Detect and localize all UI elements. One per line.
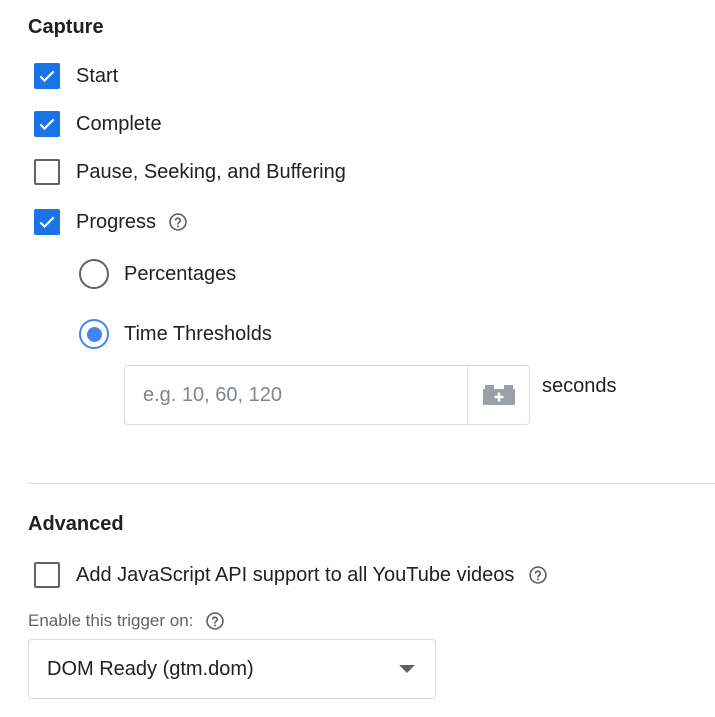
js-api-support-option[interactable]: Add JavaScript API support to all YouTub… <box>34 562 548 588</box>
enable-trigger-on-row: Enable this trigger on: <box>28 611 225 631</box>
seconds-unit-label: seconds <box>542 375 617 397</box>
help-icon[interactable] <box>205 611 225 631</box>
radio-selected-dot <box>86 326 102 342</box>
progress-label: Progress <box>76 210 157 233</box>
start-checkbox[interactable] <box>34 63 60 89</box>
thresholds-input-group <box>124 365 530 425</box>
dropdown-arrow-icon <box>399 665 415 673</box>
check-icon <box>39 70 55 83</box>
complete-option[interactable]: Complete <box>34 111 162 137</box>
complete-label: Complete <box>76 112 162 135</box>
time-thresholds-option[interactable]: Time Thresholds <box>79 319 272 349</box>
check-icon <box>39 118 55 131</box>
section-divider <box>28 483 715 484</box>
js-api-support-checkbox[interactable] <box>34 562 60 588</box>
pause-seeking-buffering-option[interactable]: Pause, Seeking, and Buffering <box>34 159 346 185</box>
progress-option[interactable]: Progress <box>34 209 188 235</box>
start-label: Start <box>76 64 119 87</box>
percentages-label: Percentages <box>124 262 237 285</box>
progress-checkbox[interactable] <box>34 209 60 235</box>
thresholds-input[interactable] <box>125 366 467 424</box>
js-api-support-label: Add JavaScript API support to all YouTub… <box>76 563 515 586</box>
advanced-section-title: Advanced <box>28 513 124 535</box>
pause-seeking-buffering-checkbox[interactable] <box>34 159 60 185</box>
help-icon[interactable] <box>168 212 188 232</box>
percentages-radio[interactable] <box>79 259 109 289</box>
capture-section-title: Capture <box>28 16 104 38</box>
check-icon <box>39 216 55 229</box>
variable-icon <box>482 385 515 405</box>
start-option[interactable]: Start <box>34 63 118 89</box>
enable-trigger-on-select[interactable]: DOM Ready (gtm.dom) <box>28 639 436 699</box>
enable-trigger-on-label: Enable this trigger on: <box>28 611 194 630</box>
help-icon[interactable] <box>528 565 548 585</box>
percentages-option[interactable]: Percentages <box>79 259 236 289</box>
complete-checkbox[interactable] <box>34 111 60 137</box>
time-thresholds-radio[interactable] <box>79 319 109 349</box>
insert-variable-button[interactable] <box>467 366 529 424</box>
pause-seeking-buffering-label: Pause, Seeking, and Buffering <box>76 160 346 183</box>
time-thresholds-label: Time Thresholds <box>124 322 272 345</box>
enable-trigger-on-value: DOM Ready (gtm.dom) <box>47 657 254 680</box>
